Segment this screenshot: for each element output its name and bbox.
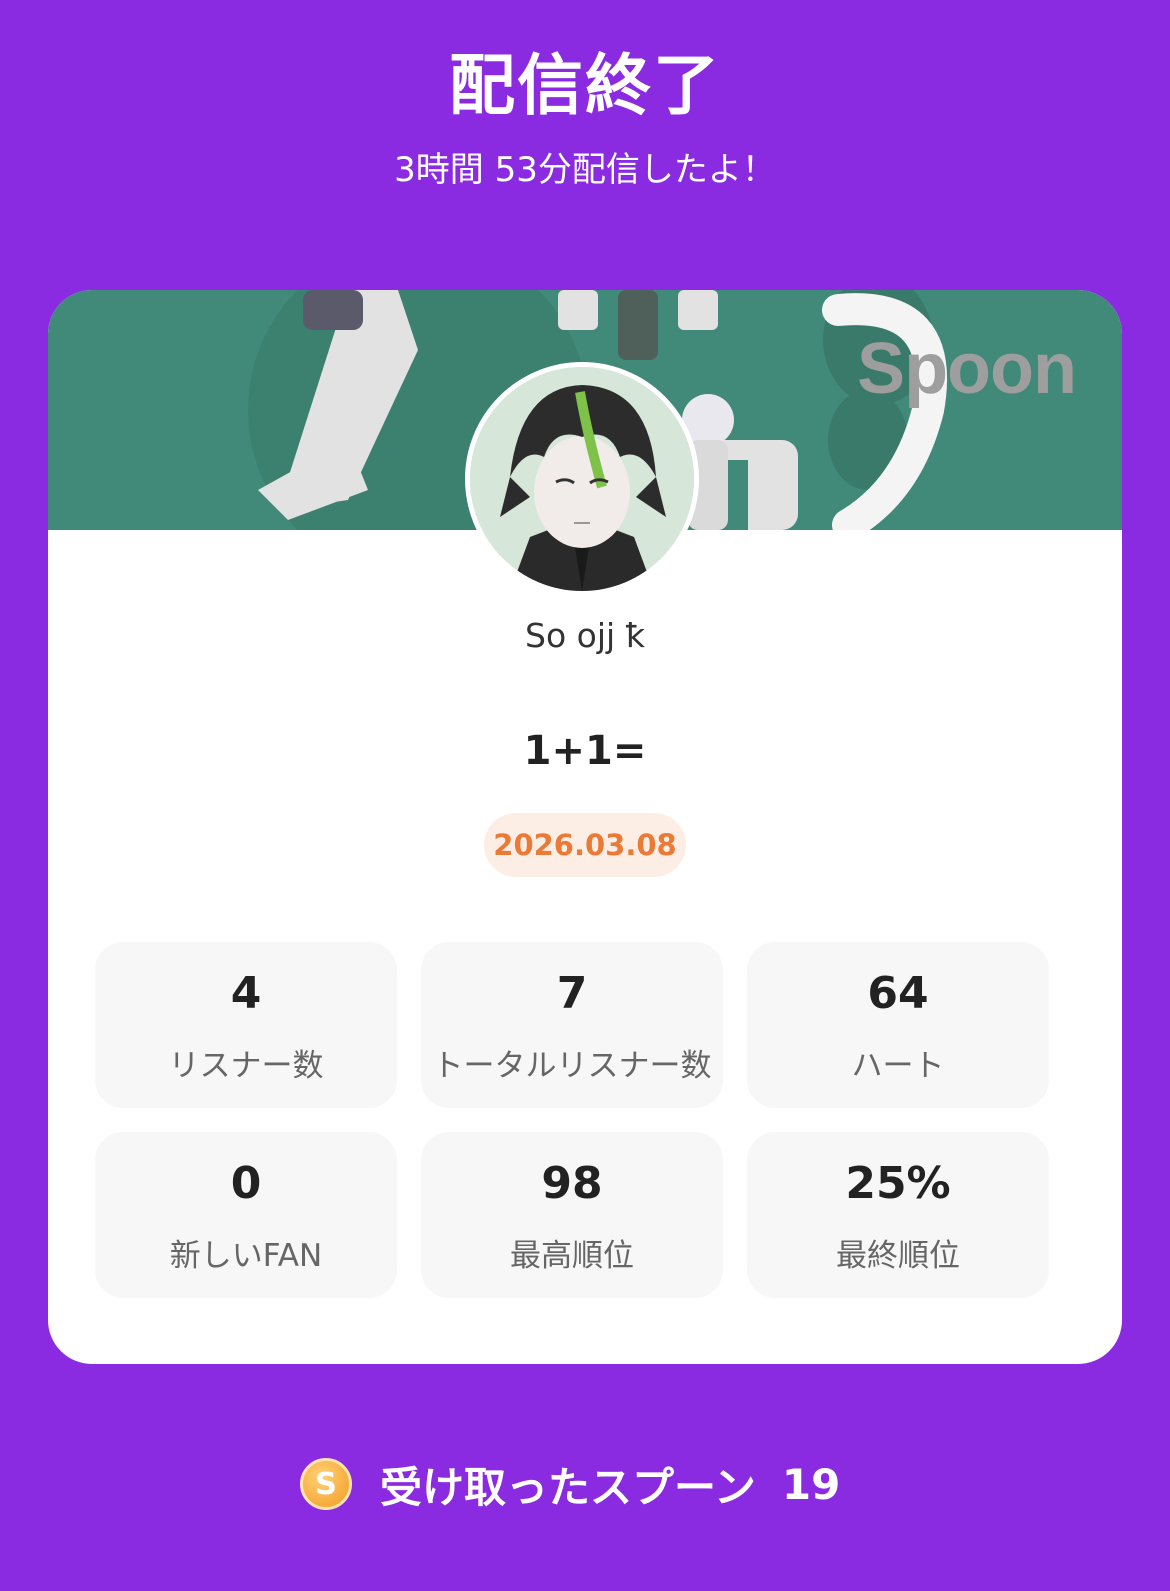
broadcast-duration: 3時間 53分配信したよ！: [394, 150, 776, 190]
received-spoons-label: 受け取ったスプーン: [380, 1462, 756, 1512]
stat-hearts: 64 ハート: [747, 942, 1049, 1108]
stat-label: 最終順位: [836, 1238, 960, 1274]
stat-label: リスナー数: [168, 1048, 324, 1084]
avatar[interactable]: [465, 362, 699, 596]
stat-label: ハート: [851, 1048, 945, 1084]
avatar-portrait: [470, 367, 694, 591]
summary-card: Spoon So ojj ꝁ 1+1= 2026.03.08 4 リスナー数 7…: [48, 290, 1122, 1364]
page-title: 配信終了: [449, 47, 721, 124]
stat-best-rank: 98 最高順位: [421, 1132, 723, 1298]
stat-final-rank: 25% 最終順位: [747, 1132, 1049, 1298]
stat-new-fans: 0 新しいFAN: [95, 1132, 397, 1298]
stat-total-listeners: 7 トータルリスナー数: [421, 942, 723, 1108]
stat-value: 25%: [845, 1158, 951, 1209]
stat-label: 最高順位: [510, 1238, 634, 1274]
spoon-coin-icon: S: [300, 1458, 352, 1510]
stat-value: 0: [230, 1158, 262, 1209]
stat-value: 7: [556, 968, 588, 1019]
username: So ojj ꝁ: [525, 616, 645, 655]
date-badge: 2026.03.08: [484, 813, 686, 877]
live-title: 1+1=: [523, 728, 647, 774]
stat-listeners: 4 リスナー数: [95, 942, 397, 1108]
received-spoons-count: 19: [781, 1459, 841, 1509]
stat-value: 4: [230, 968, 262, 1019]
stat-value: 64: [867, 968, 929, 1019]
received-spoons: S 受け取ったスプーン 19: [300, 1454, 840, 1514]
spoon-logo: Spoon: [857, 329, 1077, 409]
stat-value: 98: [541, 1158, 603, 1209]
stat-label: トータルリスナー数: [432, 1048, 712, 1084]
stat-label: 新しいFAN: [169, 1238, 323, 1274]
